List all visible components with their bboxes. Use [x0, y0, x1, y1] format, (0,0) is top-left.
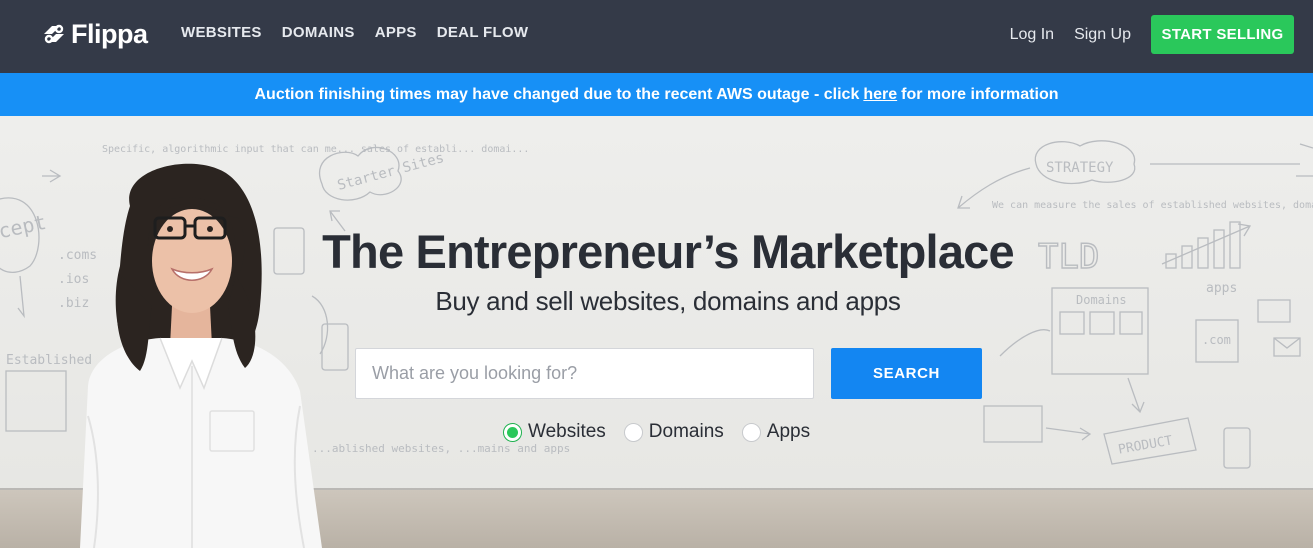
- radio-checked-icon[interactable]: [503, 422, 522, 442]
- sketch-strategy: STRATEGY: [1046, 160, 1114, 176]
- flippa-logo[interactable]: Flippa: [40, 18, 148, 50]
- radio-apps-label: Apps: [766, 421, 811, 442]
- sketch-browser-left: [5, 370, 67, 432]
- radio-apps[interactable]: Apps: [741, 421, 811, 443]
- auth-area: Log In Sign Up START SELLING: [1010, 15, 1294, 54]
- sketch-box-1: [1059, 311, 1085, 335]
- login-link[interactable]: Log In: [1010, 26, 1054, 44]
- radio-websites-label: Websites: [528, 421, 606, 442]
- woman-portrait-image: [80, 163, 322, 548]
- radio-dot: [507, 426, 518, 438]
- nav-domains[interactable]: DOMAINS: [282, 24, 355, 41]
- sketch-bar-5: [1229, 221, 1241, 269]
- sketch-trend-arrow: [1161, 223, 1252, 265]
- sketch-arrow-6: [1127, 377, 1145, 414]
- sketch-accept: cept: [0, 210, 48, 243]
- radio-domains-label: Domains: [648, 421, 724, 442]
- sketch-arrow-2: [17, 275, 25, 319]
- banner-text-before: Auction finishing times may have changed…: [254, 85, 860, 103]
- sketch-arrow-8: [999, 329, 1051, 357]
- sketch-domains: Domains: [1076, 293, 1127, 307]
- aws-outage-banner: Auction finishing times may have changed…: [0, 73, 1313, 116]
- sketch-starter-sites: Starter Sites: [336, 150, 446, 194]
- nav-deal-flow[interactable]: DEAL FLOW: [437, 24, 529, 41]
- sketch-tld: TLD: [1038, 237, 1099, 277]
- flippa-logo-icon: [44, 24, 64, 44]
- sketch-bar-4: [1213, 229, 1225, 269]
- hero-subheadline: Buy and sell websites, domains and apps: [435, 286, 901, 316]
- nav-apps[interactable]: APPS: [375, 24, 417, 41]
- search-type-radio-group: Websites Domains Apps: [503, 421, 828, 443]
- sketch-server-right: [1223, 427, 1251, 469]
- sketch-rays: [1296, 143, 1313, 177]
- nav-websites[interactable]: WEBSITES: [181, 24, 262, 41]
- search-input[interactable]: [355, 348, 814, 399]
- radio-websites[interactable]: Websites: [503, 421, 606, 443]
- sketch-dotcom: .com: [1202, 333, 1231, 347]
- main-nav: WEBSITES DOMAINS APPS DEAL FLOW: [181, 24, 528, 41]
- sketch-laptop: [983, 405, 1043, 443]
- sketch-bar-2: [1181, 245, 1193, 269]
- radio-unchecked-icon[interactable]: [623, 422, 643, 442]
- sketch-arrow-7: [1045, 427, 1092, 441]
- radio-unchecked-icon[interactable]: [741, 422, 761, 442]
- sketch-envelope: [1273, 337, 1301, 357]
- signup-link[interactable]: Sign Up: [1074, 26, 1131, 44]
- start-selling-button[interactable]: START SELLING: [1151, 15, 1294, 54]
- hero-headline: The Entrepreneur’s Marketplace: [322, 225, 1015, 278]
- sketch-note-left: Specific, algorithmic input that can me.…: [102, 144, 529, 155]
- sketch-box-3: [1119, 311, 1143, 335]
- sketch-arrow-1: [42, 169, 62, 183]
- banner-text-after: for more information: [901, 85, 1059, 103]
- sketch-doc: [1257, 299, 1291, 323]
- sketch-product: PRODUCT: [1117, 433, 1174, 457]
- sketch-note-right: We can measure the sales of established …: [992, 200, 1313, 211]
- hero-section: cept .coms .ios .biz Established Starter…: [0, 116, 1313, 548]
- sketch-note-bottom: ...ablished websites, ...mains and apps: [312, 442, 570, 455]
- search-button[interactable]: SEARCH: [831, 348, 982, 399]
- sketch-apps: apps: [1206, 281, 1237, 296]
- banner-here-link[interactable]: here: [863, 86, 897, 104]
- radio-domains[interactable]: Domains: [623, 421, 724, 443]
- sketch-box-2: [1089, 311, 1115, 335]
- sketch-bar-3: [1197, 237, 1209, 269]
- top-navigation-bar: Flippa WEBSITES DOMAINS APPS DEAL FLOW L…: [0, 0, 1313, 73]
- logo-text: Flippa: [71, 18, 148, 49]
